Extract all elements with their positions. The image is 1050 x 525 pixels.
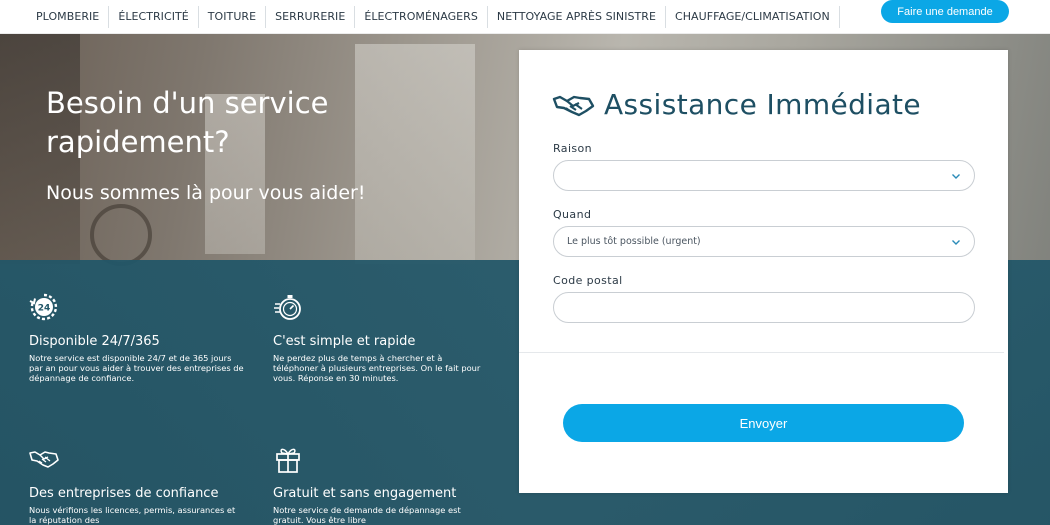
hero-title: Besoin d'un service rapidement?	[46, 86, 329, 159]
feature-trust: Des entreprises de confiance Nous vérifi…	[29, 444, 244, 525]
feature-title: Disponible 24/7/365	[29, 334, 160, 349]
raison-select[interactable]	[553, 160, 975, 191]
nav-item-electromenagers[interactable]: ÉLECTROMÉNAGERS	[355, 5, 488, 28]
gift-icon	[276, 448, 300, 473]
stopwatch-icon	[274, 295, 301, 320]
form-divider	[519, 352, 1004, 353]
top-navigation: PLOMBERIE ÉLECTRICITÉ TOITURE SERRURERIE…	[0, 0, 1050, 34]
form-title: Assistance Immédiate	[552, 88, 921, 121]
feature-description: Ne perdez plus de temps à chercher et à …	[273, 353, 481, 383]
raison-label: Raison	[553, 142, 593, 155]
feature-description: Notre service de demande de dépannage es…	[273, 505, 461, 525]
quand-label: Quand	[553, 208, 592, 221]
chevron-down-icon	[952, 240, 960, 245]
code-postal-label: Code postal	[553, 274, 623, 287]
svg-text:24: 24	[38, 304, 51, 314]
feature-simple: C'est simple et rapide Ne perdez plus de…	[273, 292, 488, 383]
envoyer-button[interactable]: Envoyer	[563, 404, 964, 442]
nav-item-serrurerie[interactable]: SERRURERIE	[266, 5, 356, 28]
feature-description: Notre service est disponible 24/7 et de …	[29, 353, 244, 383]
nav-item-toiture[interactable]: TOITURE	[199, 5, 267, 28]
nav-item-chauffage[interactable]: CHAUFFAGE/CLIMATISATION	[666, 5, 840, 28]
form-title-text: Assistance Immédiate	[604, 88, 922, 121]
faire-une-demande-button[interactable]: Faire une demande	[881, 0, 1009, 23]
assistance-form-card: Assistance Immédiate Raison Quand Le plu…	[519, 50, 1008, 493]
code-postal-input[interactable]	[553, 292, 975, 323]
feature-title: Gratuit et sans engagement	[273, 486, 457, 501]
quand-select[interactable]: Le plus tôt possible (urgent)	[553, 226, 975, 257]
feature-title: C'est simple et rapide	[273, 334, 416, 349]
nav-item-plomberie[interactable]: PLOMBERIE	[27, 5, 110, 28]
chevron-down-icon	[952, 174, 960, 179]
nav-item-nettoyage[interactable]: NETTOYAGE APRÈS SINISTRE	[488, 5, 666, 28]
nav-list: PLOMBERIE ÉLECTRICITÉ TOITURE SERRURERIE…	[0, 5, 840, 28]
feature-free: Gratuit et sans engagement Notre service…	[273, 444, 488, 525]
handshake-icon	[552, 95, 595, 116]
nav-item-electricite[interactable]: ÉLECTRICITÉ	[109, 5, 199, 28]
handshake-icon	[29, 451, 59, 468]
clock-24-icon: 24	[29, 293, 58, 321]
feature-description: Nous vérifions les licences, permis, ass…	[29, 505, 236, 525]
quand-value: Le plus tôt possible (urgent)	[567, 236, 701, 247]
hero-subtitle: Nous sommes là pour vous aider!	[46, 182, 366, 204]
feature-available: 24 Disponible 24/7/365 Notre service est…	[29, 292, 244, 383]
background-photo-clock	[90, 204, 152, 266]
feature-title: Des entreprises de confiance	[29, 486, 219, 501]
